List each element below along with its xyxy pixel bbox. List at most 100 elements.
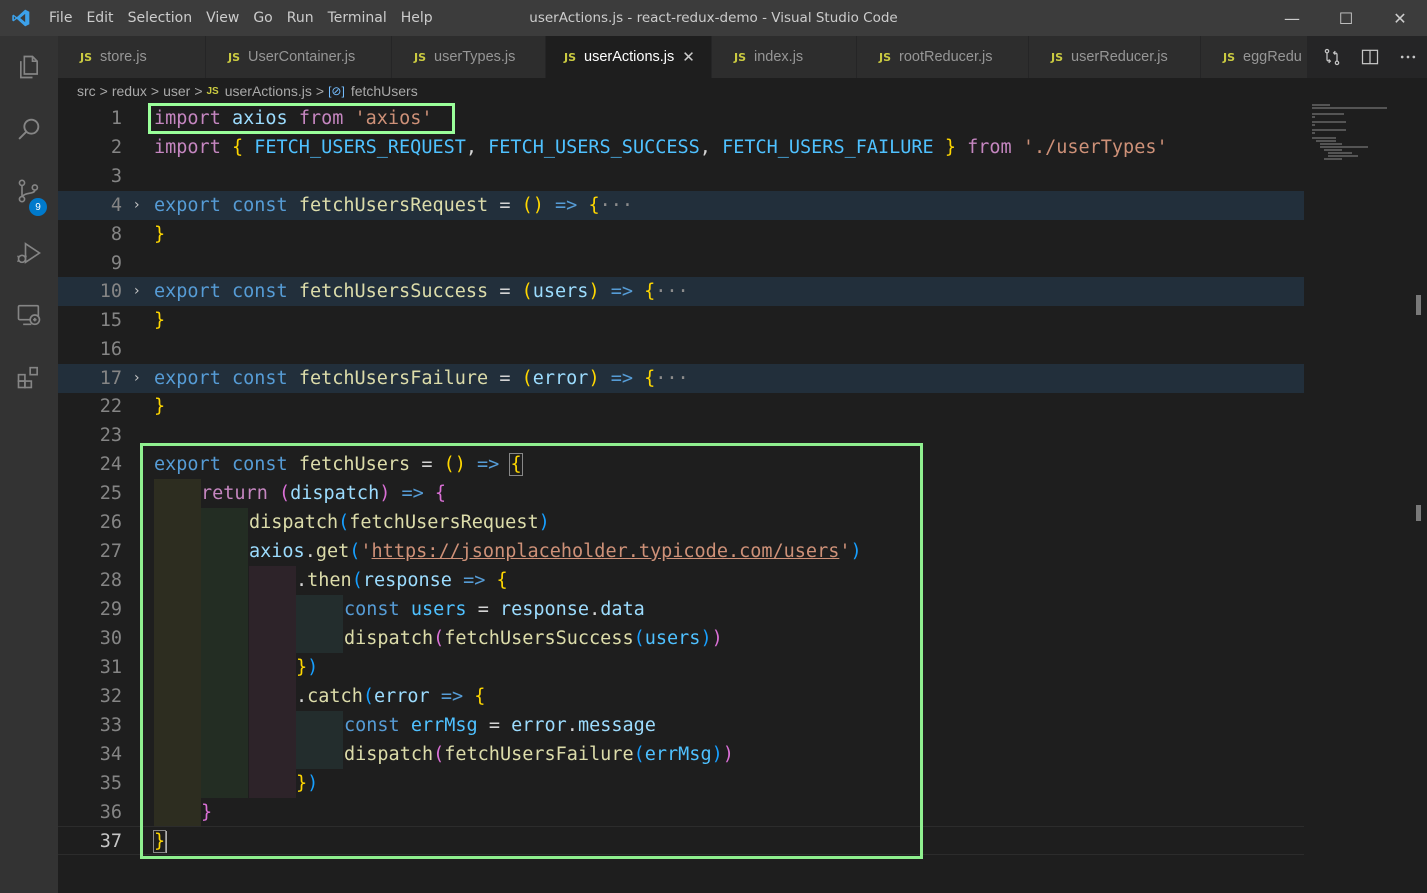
more-actions-icon[interactable] <box>1389 36 1427 78</box>
run-debug-icon[interactable] <box>0 222 58 284</box>
code-line: 22 } <box>58 392 1304 421</box>
line-number: 16 <box>99 339 122 360</box>
source-control-icon[interactable]: 9 <box>0 160 58 222</box>
tab-label: store.js <box>100 49 147 65</box>
javascript-file-icon: JS <box>879 50 892 64</box>
line-number: 28 <box>99 570 122 591</box>
symbol-variable-icon: [⊘] <box>328 84 345 98</box>
menu-edit[interactable]: Edit <box>79 0 120 36</box>
activity-bar: 9 <box>0 36 58 893</box>
javascript-file-icon: JS <box>1223 50 1236 64</box>
tab-index-js[interactable]: JS index.js <box>712 36 857 78</box>
menu-help[interactable]: Help <box>394 0 440 36</box>
code-line: 1 import axios from 'axios' <box>58 104 1304 133</box>
line-number: 24 <box>99 454 122 475</box>
code-line: 27 axios.get('https://jsonplaceholder.ty… <box>58 537 1304 566</box>
javascript-file-icon: JS <box>206 85 219 97</box>
menu-terminal[interactable]: Terminal <box>321 0 394 36</box>
breadcrumb: src > redux > user > JS userActions.js >… <box>58 78 1427 104</box>
title-bar: File Edit Selection View Go Run Terminal… <box>0 0 1427 36</box>
close-window-button[interactable]: ✕ <box>1373 0 1427 36</box>
code-editor[interactable]: 1 import axios from 'axios' 2 import { F… <box>58 103 1427 893</box>
url-link[interactable]: https://jsonplaceholder.typicode.com/use… <box>372 541 840 562</box>
javascript-file-icon: JS <box>1051 50 1064 64</box>
javascript-file-icon: JS <box>228 50 241 64</box>
extensions-icon[interactable] <box>0 346 58 408</box>
fold-chevron-icon[interactable]: › <box>134 277 140 306</box>
tab-usercontainer-js[interactable]: JS UserContainer.js <box>206 36 392 78</box>
line-number: 4 <box>110 195 122 216</box>
tab-label: userTypes.js <box>434 49 516 65</box>
tab-userreducer-js[interactable]: JS userReducer.js <box>1029 36 1201 78</box>
text-cursor <box>165 831 168 853</box>
javascript-file-icon: JS <box>734 50 747 64</box>
breadcrumb-user[interactable]: user <box>163 83 190 99</box>
search-icon[interactable] <box>0 98 58 160</box>
breadcrumb-src[interactable]: src <box>77 83 96 99</box>
window-controls: — ☐ ✕ <box>1265 0 1427 36</box>
line-number: 37 <box>99 831 122 852</box>
split-editor-icon[interactable] <box>1351 36 1389 78</box>
line-number: 1 <box>110 108 122 129</box>
close-tab-icon[interactable]: ✕ <box>682 48 695 66</box>
javascript-file-icon: JS <box>564 50 577 64</box>
code-line: 26 dispatch(fetchUsersRequest) <box>58 508 1304 537</box>
remote-explorer-icon[interactable] <box>0 284 58 346</box>
code-line: 31 }) <box>58 653 1304 682</box>
menu-view[interactable]: View <box>199 0 246 36</box>
scrollbar-thumb[interactable] <box>1416 295 1421 315</box>
line-number: 27 <box>99 541 122 562</box>
current-line: 37 } <box>58 826 1304 855</box>
code-line: 29 const users = response.data <box>58 595 1304 624</box>
tab-rootreducer-js[interactable]: JS rootReducer.js <box>857 36 1029 78</box>
menu-go[interactable]: Go <box>246 0 279 36</box>
tab-usertypes-js[interactable]: JS userTypes.js <box>392 36 546 78</box>
line-number: 35 <box>99 773 122 794</box>
line-number: 26 <box>99 512 122 533</box>
tab-eggreducer-js[interactable]: JS eggRedu <box>1201 36 1311 78</box>
menu-run[interactable]: Run <box>280 0 321 36</box>
chevron-right-icon: > <box>315 83 325 99</box>
tab-label: rootReducer.js <box>899 49 993 65</box>
line-number: 25 <box>99 483 122 504</box>
line-number: 32 <box>99 686 122 707</box>
code-line: 15 } <box>58 306 1304 335</box>
minimize-button[interactable]: — <box>1265 0 1319 36</box>
breadcrumb-redux[interactable]: redux <box>112 83 147 99</box>
line-number: 29 <box>99 599 122 620</box>
code-line: 2 import { FETCH_USERS_REQUEST, FETCH_US… <box>58 133 1304 162</box>
line-number: 2 <box>110 137 122 158</box>
scrollbar-marker <box>1416 505 1421 521</box>
tab-label: eggRedu <box>1243 49 1302 65</box>
code-line: 32 .catch(error => { <box>58 682 1304 711</box>
code-line: 34 dispatch(fetchUsersFailure(errMsg)) <box>58 740 1304 769</box>
tab-label: UserContainer.js <box>248 49 356 65</box>
menu-selection[interactable]: Selection <box>121 0 200 36</box>
code-line: 35 }) <box>58 769 1304 798</box>
explorer-icon[interactable] <box>0 36 58 98</box>
code-line: 28 .then(response => { <box>58 566 1304 595</box>
breadcrumb-file[interactable]: userActions.js <box>225 83 312 99</box>
menu-file[interactable]: File <box>42 0 79 36</box>
maximize-button[interactable]: ☐ <box>1319 0 1373 36</box>
minimap[interactable] <box>1308 104 1408 164</box>
line-number: 34 <box>99 744 122 765</box>
chevron-right-icon: > <box>150 83 160 99</box>
code-line: 24 export const fetchUsers = () => { <box>58 450 1304 479</box>
code-line: 23 <box>58 421 1304 450</box>
code-line: 36 } <box>58 798 1304 827</box>
breadcrumb-symbol[interactable]: fetchUsers <box>351 83 418 99</box>
line-number: 33 <box>99 715 122 736</box>
tab-store-js[interactable]: JS store.js <box>58 36 206 78</box>
menu-bar: File Edit Selection View Go Run Terminal… <box>42 0 440 36</box>
line-number: 31 <box>99 657 122 678</box>
code-line: 33 const errMsg = error.message <box>58 711 1304 740</box>
tab-useractions-js[interactable]: JS userActions.js ✕ <box>546 36 712 78</box>
code-line: 9 <box>58 249 1304 278</box>
tab-label: userActions.js <box>584 49 675 65</box>
compare-changes-icon[interactable] <box>1313 36 1351 78</box>
line-number: 10 <box>99 281 122 302</box>
code-line: 17 › export const fetchUsersFailure = (e… <box>58 364 1304 393</box>
fold-chevron-icon[interactable]: › <box>134 191 140 220</box>
fold-chevron-icon[interactable]: › <box>134 364 140 393</box>
